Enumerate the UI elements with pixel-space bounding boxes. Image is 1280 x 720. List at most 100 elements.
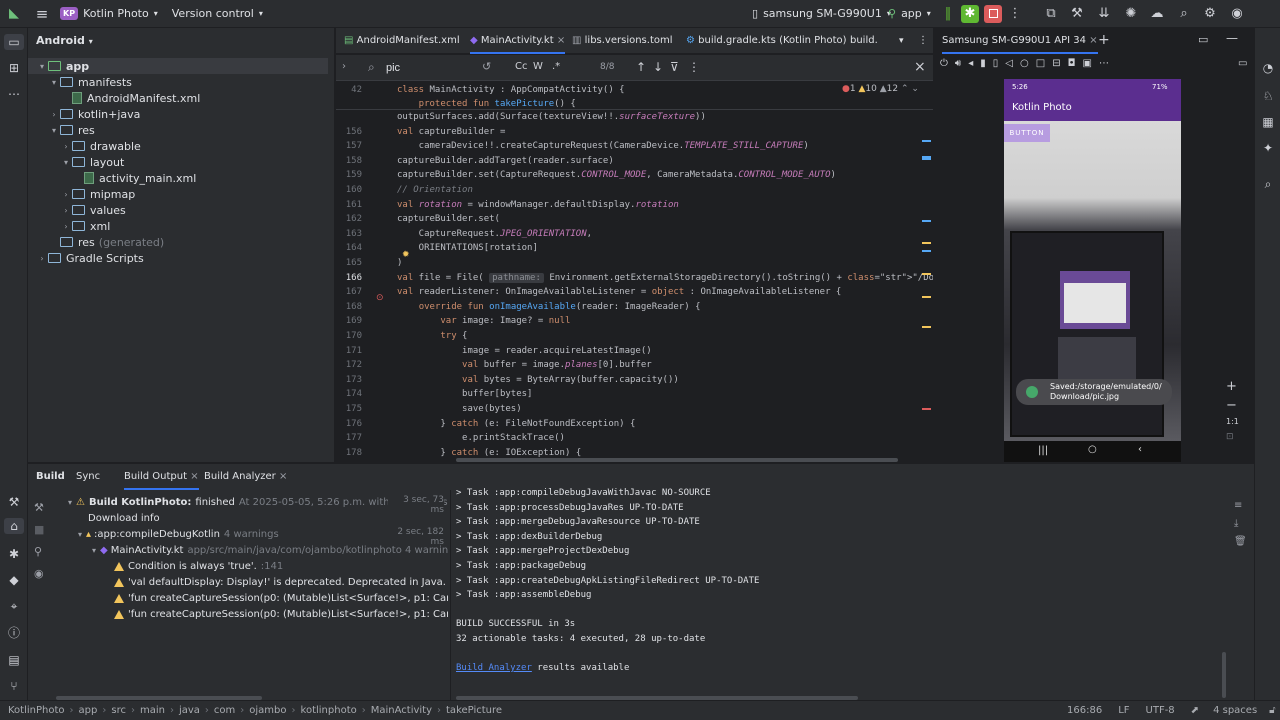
project-view-selector[interactable]: Android ▾	[36, 34, 93, 47]
inspection-widget[interactable]: ●1 ▲10 ▲12 ⌃ ⌄	[842, 84, 919, 94]
prev-highlight-icon[interactable]: ⌃	[901, 84, 909, 94]
screenshot-icon[interactable]: ◘	[1068, 58, 1076, 69]
chevron-down-icon[interactable]: ▾	[48, 78, 60, 87]
gemini-icon[interactable]: ✦	[1260, 140, 1276, 156]
add-device-icon[interactable]: +	[1098, 32, 1110, 48]
device-more-icon[interactable]: ⋯	[1099, 58, 1109, 69]
problems-icon[interactable]: ⓘ	[6, 625, 22, 641]
tree-item[interactable]: › Gradle Scripts	[28, 250, 328, 266]
chevron-down-icon[interactable]: ▾	[60, 158, 72, 167]
build-analyzer-link[interactable]: Build Analyzer	[456, 663, 532, 673]
volume-down-icon[interactable]: ◂	[968, 58, 973, 69]
panel-layout-icon[interactable]: ▭	[1198, 33, 1208, 46]
read-only-icon[interactable]: ⬈	[1191, 705, 1199, 716]
rotate-left-icon[interactable]: ▮	[980, 58, 986, 69]
override-gutter-icon[interactable]: ⊙	[376, 293, 384, 303]
match-case-toggle[interactable]: Cc	[515, 61, 527, 72]
tab-libs-versions[interactable]: ▥ libs.versions.toml	[572, 28, 673, 54]
tab-main-activity[interactable]: ◆ MainActivity.kt ×	[470, 28, 566, 54]
stop-icon[interactable]	[984, 4, 1002, 23]
screen-record-icon[interactable]: ▣	[1083, 58, 1092, 69]
apply-changes-icon[interactable]: ‖	[940, 6, 956, 22]
close-icon[interactable]: ×	[914, 59, 926, 75]
debug-tool-icon[interactable]: ✱	[6, 546, 22, 562]
soft-wrap-icon[interactable]: ≡	[1234, 497, 1250, 515]
bulb-icon[interactable]: ✹	[402, 250, 410, 260]
next-highlight-icon[interactable]: ⌄	[911, 84, 919, 94]
app-inspection-icon[interactable]: ⌖	[6, 598, 22, 614]
more-tools-icon[interactable]: ⋯	[6, 86, 22, 102]
tree-item[interactable]: › mipmap	[28, 186, 328, 202]
filter-icon[interactable]: ⊽	[670, 60, 679, 74]
run-config-selector[interactable]: ⚲ app ▾	[888, 7, 931, 20]
breadcrumb-item[interactable]: main	[140, 705, 165, 716]
lock-icon[interactable]: 🔓︎	[1269, 705, 1275, 716]
line-ending[interactable]: LF	[1118, 705, 1129, 716]
home-icon[interactable]: ○	[1088, 444, 1097, 455]
debug-icon[interactable]: ✱	[961, 4, 979, 23]
tree-item[interactable]: ▾ manifests	[28, 74, 328, 90]
search-icon[interactable]: ⌕	[1176, 6, 1192, 22]
main-menu-icon[interactable]: ≡	[34, 5, 50, 23]
device-manager-icon[interactable]: ⧉	[1043, 6, 1059, 22]
tabs-overflow-icon[interactable]: ▾	[899, 28, 904, 54]
device-explorer-icon[interactable]: ⌕	[1260, 176, 1276, 192]
close-icon[interactable]: ×	[557, 35, 565, 46]
profiler-icon[interactable]: ⚒	[1069, 6, 1085, 22]
project-tool-icon[interactable]: ▭	[4, 34, 24, 50]
horizontal-scrollbar[interactable]	[456, 458, 898, 462]
phone-screen[interactable]: 5:26 71% Kotlin Photo BUTTON Saved:/stor…	[1004, 79, 1181, 462]
device-side-icon[interactable]: ▭	[1238, 58, 1247, 69]
gradle-icon[interactable]: ♘	[1260, 88, 1276, 104]
recents-icon[interactable]: |||	[1038, 445, 1048, 456]
layout-preview-icon[interactable]: ▦	[1260, 114, 1276, 130]
minimize-icon[interactable]: —	[1226, 31, 1238, 45]
tree-item[interactable]: › xml	[28, 218, 328, 234]
prev-match-icon[interactable]: ↑	[636, 60, 646, 74]
chevron-down-icon[interactable]: ▾	[48, 126, 60, 135]
sync-gradle-icon[interactable]: ⇊	[1096, 6, 1112, 22]
more-icon[interactable]: ⋮	[688, 60, 700, 74]
resource-manager-icon[interactable]: ⊞	[6, 60, 22, 76]
rotate-right-icon[interactable]: ▯	[993, 58, 999, 69]
breadcrumb-item[interactable]: com	[214, 705, 235, 716]
code-area[interactable]: 42 class MainActivity : AppCompatActivit…	[336, 82, 933, 462]
power-icon[interactable]: ⏻	[940, 58, 948, 69]
vcs-menu[interactable]: Version control ▾	[172, 7, 263, 20]
expand-replace-icon[interactable]: ›	[342, 61, 346, 72]
settings-icon[interactable]: ⚙	[1202, 6, 1218, 22]
chevron-right-icon[interactable]: ›	[48, 110, 60, 119]
notifications-icon[interactable]: ◔	[1260, 60, 1276, 76]
code-with-me-icon[interactable]: ☁	[1149, 6, 1165, 22]
zoom-fit-icon[interactable]: ⊡	[1226, 432, 1234, 442]
chevron-right-icon[interactable]: ›	[60, 206, 72, 215]
breadcrumb-item[interactable]: KotlinPhoto	[8, 705, 65, 716]
tab-build-gradle[interactable]: ⚙ build.gradle.kts (Kotlin Photo)	[686, 28, 847, 54]
chevron-right-icon[interactable]: ›	[60, 222, 72, 231]
tab-android-manifest[interactable]: ▤ AndroidManifest.xml	[344, 28, 460, 54]
breadcrumb-item[interactable]: app	[79, 705, 98, 716]
breadcrumb-item[interactable]: MainActivity	[371, 705, 432, 716]
back-icon[interactable]: ‹	[1138, 444, 1142, 455]
editor-more-icon[interactable]: ⋮	[918, 28, 928, 54]
tree-item[interactable]: res (generated)	[28, 234, 328, 250]
breadcrumb-item[interactable]: src	[111, 705, 126, 716]
account-icon[interactable]: ◉	[1229, 6, 1245, 22]
run-tool-icon[interactable]: ⌂	[4, 518, 24, 534]
tree-item[interactable]: activity_main.xml	[28, 170, 328, 186]
tree-item[interactable]: › values	[28, 202, 328, 218]
zoom-actual[interactable]: 1:1	[1226, 417, 1239, 426]
tree-item[interactable]: ▾ app	[28, 58, 328, 74]
breadcrumb-item[interactable]: ojambo	[249, 705, 286, 716]
version-control-icon[interactable]: ⑂	[6, 678, 22, 694]
next-match-icon[interactable]: ↓	[653, 60, 663, 74]
tree-item[interactable]: AndroidManifest.xml	[28, 90, 328, 106]
tree-item[interactable]: ▾ res	[28, 122, 328, 138]
app-quality-icon[interactable]: ◆	[6, 572, 22, 588]
chevron-right-icon[interactable]: ›	[60, 142, 72, 151]
chevron-right-icon[interactable]: ›	[60, 190, 72, 199]
history-icon[interactable]: ↺	[482, 60, 491, 73]
more-icon[interactable]: ⋮	[1007, 6, 1023, 22]
device-selector[interactable]: ▯ samsung SM-G990U1 ▾	[752, 7, 891, 20]
tree-item[interactable]: › drawable	[28, 138, 328, 154]
